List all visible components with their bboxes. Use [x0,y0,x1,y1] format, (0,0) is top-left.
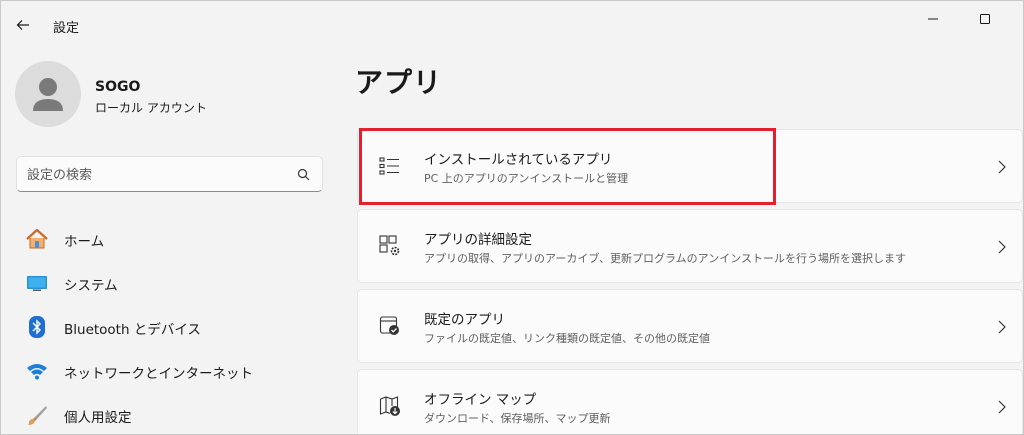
sidebar-item-bluetooth[interactable]: Bluetooth とデバイス [15,307,325,347]
window-title: 設定 [53,21,80,36]
sidebar-item-personalization[interactable]: 個人用設定 [15,395,325,434]
chevron-right-icon [996,399,1008,415]
maximize-icon [980,14,990,24]
sidebar-item-label: ホーム [64,234,105,250]
system-icon [25,272,49,294]
title-bar: 設定 [1,1,1023,47]
default-apps-card[interactable]: 既定のアプリ ファイルの既定値、リンク種類の既定値、その他の既定値 [357,289,1023,363]
maximize-button[interactable] [965,5,1005,33]
card-description: ダウンロード、保存場所、マップ更新 [424,412,611,425]
card-title: オフライン マップ [424,392,537,408]
chevron-right-icon [996,319,1008,335]
settings-search [16,156,323,192]
advanced-app-settings-card[interactable]: アプリの詳細設定 アプリの取得、アプリのアーカイブ、更新プログラムのアンインスト… [357,209,1023,283]
brush-icon [25,404,49,426]
sidebar-item-label: システム [64,278,118,294]
back-arrow-icon [16,20,29,30]
home-icon [25,228,49,250]
user-icon [33,78,63,111]
card-description: PC 上のアプリのアンインストールと管理 [424,172,629,185]
default-apps-icon [378,314,402,338]
user-profile[interactable]: SOGO ローカル アカウント [15,61,315,131]
installed-apps-card[interactable]: インストールされているアプリ PC 上のアプリのアンインストールと管理 [357,129,1023,203]
sidebar-item-network[interactable]: ネットワークとインターネット [15,351,325,391]
card-title: アプリの詳細設定 [424,232,532,248]
page-title: アプリ [355,66,443,99]
sidebar-item-label: 個人用設定 [64,410,132,426]
user-name: SOGO [95,79,141,95]
sidebar-item-home[interactable]: ホーム [15,219,325,259]
chevron-right-icon [996,159,1008,175]
settings-window: 設定 SOGO ローカル アカウント 設定の検索 ホーム システム Blueto… [0,0,1024,435]
search-input[interactable] [27,165,277,185]
card-description: ファイルの既定値、リンク種類の既定値、その他の既定値 [424,332,710,345]
advanced-app-settings-icon [378,234,402,258]
card-title: 既定のアプリ [424,312,505,328]
installed-apps-icon [378,154,402,178]
wifi-icon [25,360,49,382]
avatar [15,61,81,127]
sidebar-item-label: ネットワークとインターネット [64,366,253,382]
minimize-button[interactable] [913,5,953,33]
sidebar-item-label: Bluetooth とデバイス [64,322,201,338]
back-button[interactable] [11,13,35,37]
minimize-icon [928,18,938,20]
card-description: アプリの取得、アプリのアーカイブ、更新プログラムのアンインストールを行う場所を選… [424,252,907,265]
chevron-right-icon [996,239,1008,255]
offline-maps-icon [378,394,402,418]
account-type: ローカル アカウント [95,101,207,115]
search-icon[interactable] [296,167,312,183]
offline-maps-card[interactable]: オフライン マップ ダウンロード、保存場所、マップ更新 [357,369,1023,434]
bluetooth-icon [25,316,49,338]
sidebar-item-system[interactable]: システム [15,263,325,303]
card-title: インストールされているアプリ [424,152,613,168]
